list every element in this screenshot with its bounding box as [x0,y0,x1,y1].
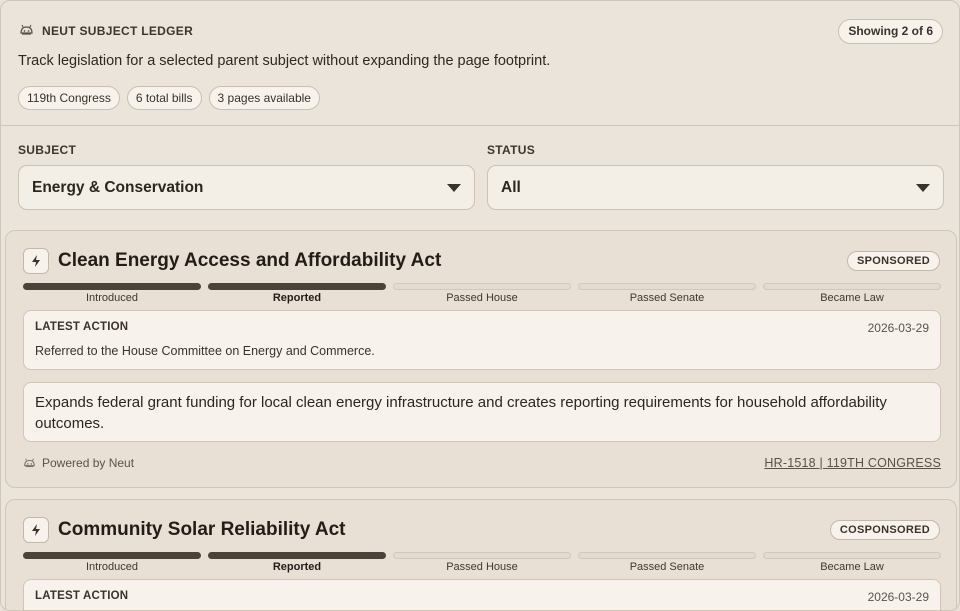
bill-reference-link[interactable]: HR-1518 | 119TH CONGRESS [764,456,941,470]
neut-logo-icon [23,457,36,470]
step-bar [23,552,201,559]
status-select-value: All [501,178,521,196]
card-footer: Powered by Neut HR-1518 | 119TH CONGRESS [23,456,941,472]
latest-action-panel: LATEST ACTION 2026-03-29 [23,579,941,610]
step-bar [23,283,201,290]
bill-title: Community Solar Reliability Act [58,519,346,540]
step-label: Passed Senate [629,561,705,573]
lightning-icon [23,248,49,274]
sponsorship-badge: SPONSORED [847,251,940,271]
chevron-down-icon [447,183,461,192]
brand: NEUT SUBJECT LEDGER [19,23,193,38]
progress-step: Passed Senate [578,552,756,573]
bill-card: Clean Energy Access and Affordability Ac… [5,230,957,488]
progress-step: Passed House [393,552,571,573]
subject-label: SUBJECT [18,143,77,157]
step-bar [763,552,941,559]
powered-by-label: Powered by Neut [42,456,135,470]
step-label: Introduced [86,561,138,573]
progress-step: Introduced [23,552,201,573]
step-bar [763,283,941,290]
latest-action-label: LATEST ACTION [35,321,129,333]
progress-step: Passed House [393,283,571,304]
progress-step: Became Law [763,283,941,304]
step-bar [208,283,386,290]
bill-title: Clean Energy Access and Affordability Ac… [58,250,442,271]
latest-action-label: LATEST ACTION [35,590,129,602]
latest-action-date: 2026-03-29 [867,590,929,604]
step-bar [208,552,386,559]
ledger-header: NEUT SUBJECT LEDGER Showing 2 of 6 Track… [1,1,959,126]
step-label: Became Law [820,561,884,573]
neut-logo-icon [19,23,34,38]
step-label: Passed House [446,292,518,304]
pages-chip: 3 pages available [208,86,320,110]
subject-select[interactable]: Energy & Conservation [18,165,475,210]
bill-card: Community Solar Reliability Act COSPONSO… [5,499,957,610]
chevron-down-icon [916,183,930,192]
step-label: Passed Senate [629,292,705,304]
bill-progress: Introduced Reported Passed House Passed … [23,552,941,573]
progress-step: Reported [208,283,386,304]
status-label: STATUS [487,143,536,157]
step-bar [578,552,756,559]
progress-step: Introduced [23,283,201,304]
total-bills-chip: 6 total bills [126,86,202,110]
congress-chip: 119th Congress [18,86,120,110]
showing-count-badge: Showing 2 of 6 [838,19,943,44]
page-description: Track legislation for a selected parent … [18,53,551,69]
brand-label: NEUT SUBJECT LEDGER [42,23,194,38]
latest-action-panel: LATEST ACTION 2026-03-29 Referred to the… [23,310,941,370]
bill-summary: Expands federal grant funding for local … [23,382,941,442]
latest-action-text: Referred to the House Committee on Energ… [35,344,375,358]
step-bar [393,552,571,559]
subject-select-value: Energy & Conservation [32,178,204,196]
step-label: Introduced [86,292,138,304]
progress-step: Reported [208,552,386,573]
status-select[interactable]: All [487,165,944,210]
step-label: Reported [272,561,322,573]
step-label: Passed House [446,561,518,573]
lightning-icon [23,517,49,543]
bill-progress: Introduced Reported Passed House Passed … [23,283,941,304]
sponsorship-badge: COSPONSORED [829,520,940,540]
step-label: Became Law [820,292,884,304]
latest-action-date: 2026-03-29 [867,321,929,335]
ledger-widget: NEUT SUBJECT LEDGER Showing 2 of 6 Track… [0,0,960,611]
step-label: Reported [272,292,322,304]
powered-by: Powered by Neut [23,456,134,470]
step-bar [578,283,756,290]
progress-step: Became Law [763,552,941,573]
step-bar [393,283,571,290]
summary-chips: 119th Congress 6 total bills 3 pages ava… [18,86,320,110]
progress-step: Passed Senate [578,283,756,304]
